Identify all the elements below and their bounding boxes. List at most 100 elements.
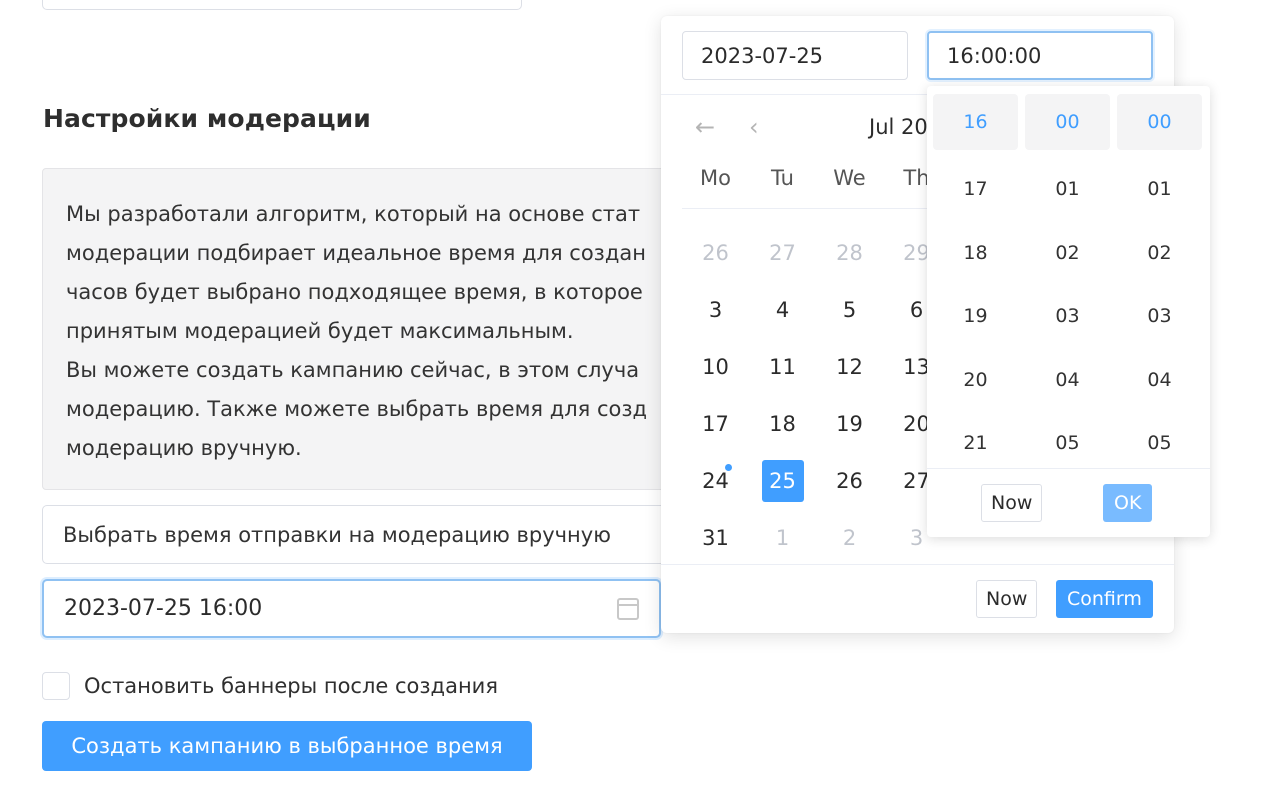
calendar-day[interactable]: 10 [682, 346, 749, 388]
calendar-day-number: 17 [702, 411, 729, 436]
info-line: часов будет выбрано подходящее время, в … [66, 280, 643, 304]
weekday-label: We [833, 166, 866, 190]
calendar-day-number: 3 [909, 525, 924, 550]
calendar-day-number: 4 [775, 297, 790, 322]
calendar-day-today[interactable]: 24 [682, 460, 749, 502]
moderation-info-box: Мы разработали алгоритм, который на осно… [42, 168, 682, 490]
prev-year-arrow-icon[interactable]: ← [695, 112, 715, 142]
calendar-day[interactable]: 18 [749, 403, 816, 445]
calendar-day[interactable]: 4 [749, 289, 816, 331]
calendar-day-number: 27 [769, 240, 796, 265]
info-line: Вы можете создать кампанию сейчас, в это… [66, 358, 640, 382]
hours-option[interactable]: 19 [933, 285, 1018, 349]
picker-date-input[interactable]: 2023-07-25 [682, 31, 908, 80]
weekday-label: Mo [700, 166, 731, 190]
seconds-option[interactable]: 05 [1117, 412, 1202, 476]
calendar-day[interactable]: 28 [816, 232, 883, 274]
calendar-day[interactable]: 11 [749, 346, 816, 388]
calendar-day-number: 10 [702, 354, 729, 379]
picker-now-button[interactable]: Now [976, 580, 1038, 618]
seconds-option[interactable]: 03 [1117, 285, 1202, 349]
calendar-day-number: 25 [761, 459, 804, 502]
calendar-day-number: 26 [702, 240, 729, 265]
calendar-day[interactable]: 5 [816, 289, 883, 331]
calendar-day-number: 19 [836, 411, 863, 436]
calendar-day-number: 13 [903, 354, 930, 379]
info-line: модерацию. Также можете выбрать время дл… [66, 397, 648, 421]
picker-footer: Now Confirm [661, 564, 1174, 633]
moderation-mode-select[interactable]: Выбрать время отправки на модерацию вруч… [42, 505, 682, 564]
calendar-day[interactable]: 26 [682, 232, 749, 274]
picker-date-value: 2023-07-25 [701, 43, 824, 68]
calendar-day-number: 18 [769, 411, 796, 436]
picker-header: 2023-07-25 16:00:00 [661, 16, 1174, 95]
create-campaign-button[interactable]: Создать кампанию в выбранное время [42, 721, 532, 771]
minutes-column[interactable]: 00 01 02 03 04 05 [1025, 94, 1110, 475]
picker-time-value: 16:00:00 [947, 43, 1042, 68]
spinner-now-button[interactable]: Now [981, 484, 1043, 522]
minutes-option-selected[interactable]: 00 [1025, 94, 1110, 150]
calendar-day-number: 31 [702, 525, 729, 550]
seconds-option[interactable]: 02 [1117, 221, 1202, 285]
seconds-option[interactable]: 01 [1117, 158, 1202, 222]
calendar-day-number: 5 [842, 297, 857, 322]
hours-option[interactable]: 17 [933, 158, 1018, 222]
calendar-day[interactable]: 3 [682, 289, 749, 331]
hours-option[interactable]: 21 [933, 412, 1018, 476]
seconds-option[interactable]: 04 [1117, 348, 1202, 412]
moderation-mode-value: Выбрать время отправки на модерацию вруч… [63, 522, 611, 547]
calendar-day-number: 12 [836, 354, 863, 379]
prev-month-chevron-icon[interactable]: ‹ [749, 112, 759, 142]
calendar-day[interactable]: 2 [816, 517, 883, 559]
minutes-option[interactable]: 02 [1025, 221, 1110, 285]
calendar-day[interactable]: 12 [816, 346, 883, 388]
calendar-day-number: 26 [836, 468, 863, 493]
calendar-day-selected[interactable]: 25 [749, 459, 816, 502]
stop-banners-option[interactable]: Остановить баннеры после создания [42, 672, 498, 700]
minutes-option[interactable]: 03 [1025, 285, 1110, 349]
hours-option[interactable]: 20 [933, 348, 1018, 412]
info-line: Мы разработали алгоритм, который на осно… [66, 202, 641, 226]
calendar-day[interactable]: 19 [816, 403, 883, 445]
calendar-day[interactable]: 17 [682, 403, 749, 445]
info-line: принятым модерацией будет максимальным. [66, 319, 574, 343]
calendar-day-number: 1 [775, 525, 790, 550]
calendar-day-number: 6 [909, 297, 924, 322]
calendar-icon[interactable] [617, 597, 639, 620]
calendar-day[interactable]: 27 [749, 232, 816, 274]
calendar-day[interactable]: 26 [816, 460, 883, 502]
calendar-day-number: 11 [769, 354, 796, 379]
calendar-day-number: 2 [842, 525, 857, 550]
picker-confirm-button[interactable]: Confirm [1056, 580, 1153, 618]
time-spinner-panel: 16 17 18 19 20 21 00 01 02 03 04 05 00 01 02 03 04 05 N… [927, 86, 1210, 537]
hours-option-selected[interactable]: 16 [933, 94, 1018, 150]
previous-field[interactable] [42, 0, 522, 10]
info-line: модерацию вручную. [66, 436, 302, 460]
calendar-day-number: 29 [903, 240, 930, 265]
seconds-column[interactable]: 00 01 02 03 04 05 [1117, 94, 1202, 475]
calendar-day[interactable]: 31 [682, 517, 749, 559]
picker-time-input[interactable]: 16:00:00 [927, 31, 1153, 80]
info-line: модерации подбирает идеальное время для … [66, 241, 646, 265]
hours-column[interactable]: 16 17 18 19 20 21 [933, 94, 1018, 475]
minutes-option[interactable]: 04 [1025, 348, 1110, 412]
weekday-label: Tu [771, 166, 794, 190]
moderation-settings-title: Настройки модерации [43, 104, 371, 133]
calendar-day-number: 27 [903, 468, 930, 493]
calendar-day[interactable]: 1 [749, 517, 816, 559]
calendar-day-number: 24 [702, 468, 729, 493]
spinner-ok-button[interactable]: OK [1103, 484, 1153, 522]
calendar-day-number: 3 [708, 297, 723, 322]
minutes-option[interactable]: 05 [1025, 412, 1110, 476]
minutes-option[interactable]: 01 [1025, 158, 1110, 222]
stop-banners-label: Остановить баннеры после создания [84, 674, 498, 698]
seconds-option-selected[interactable]: 00 [1117, 94, 1202, 150]
calendar-day-number: 20 [903, 411, 930, 436]
hours-option[interactable]: 18 [933, 221, 1018, 285]
stop-banners-checkbox[interactable] [42, 672, 70, 700]
spinner-footer: Now OK [927, 468, 1210, 537]
weekday-header: Mo Tu We Th [682, 166, 950, 190]
calendar-day-number: 28 [836, 240, 863, 265]
datetime-input[interactable]: 2023-07-25 16:00 [42, 579, 661, 638]
datetime-value: 2023-07-25 16:00 [64, 596, 263, 621]
